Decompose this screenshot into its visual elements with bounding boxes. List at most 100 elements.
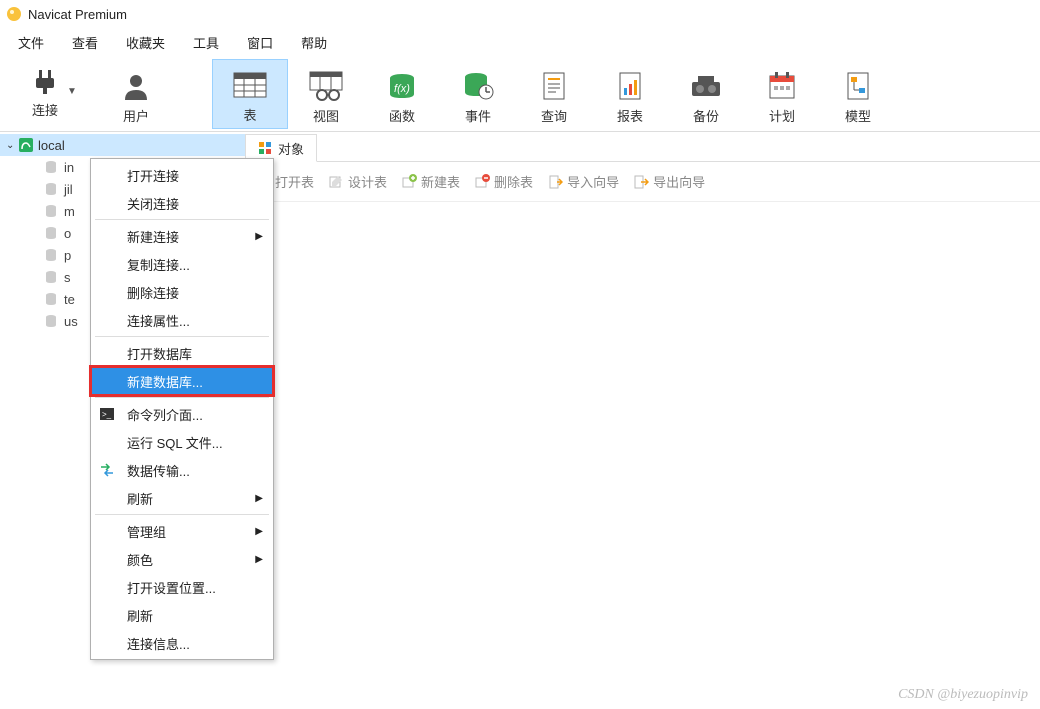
cm-new-database[interactable]: 新建数据库... [91, 367, 273, 395]
tool-report[interactable]: 报表 [592, 59, 668, 129]
svg-text:f(x): f(x) [394, 83, 410, 95]
new-table-icon [401, 174, 417, 190]
menu-view[interactable]: 查看 [58, 29, 112, 56]
menu-file[interactable]: 文件 [4, 29, 58, 56]
database-icon [44, 204, 58, 218]
menu-window[interactable]: 窗口 [233, 29, 287, 56]
cm-run-sql-file[interactable]: 运行 SQL 文件... [91, 428, 273, 456]
query-icon [538, 70, 570, 102]
cm-separator [95, 514, 269, 515]
toolbar: 连接 ▼ 用户 表 视图 f(x) 函数 事件 查询 报表 备份 计划 模型 [0, 56, 1040, 132]
user-icon [120, 70, 152, 102]
cm-data-transfer[interactable]: 数据传输... [91, 456, 273, 484]
watermark: CSDN @biyezuopinvip [898, 687, 1028, 703]
cm-manage-group[interactable]: 管理组▶ [91, 517, 273, 545]
tool-schedule-label: 计划 [769, 106, 795, 125]
tool-model[interactable]: 模型 [820, 59, 896, 129]
cm-connection-info[interactable]: 连接信息... [91, 629, 273, 657]
cm-connection-properties[interactable]: 连接属性... [91, 306, 273, 334]
database-icon [44, 270, 58, 284]
cm-open-settings-location[interactable]: 打开设置位置... [91, 573, 273, 601]
export-icon [633, 174, 649, 190]
cm-copy-connection[interactable]: 复制连接... [91, 250, 273, 278]
action-new-table[interactable]: 新建表 [401, 172, 460, 191]
backup-icon [688, 70, 724, 102]
table-icon [232, 69, 268, 101]
cm-close-connection[interactable]: 关闭连接 [91, 189, 273, 217]
cm-open-database[interactable]: 打开数据库 [91, 339, 273, 367]
tree-root-connection[interactable]: ⌄ local [0, 134, 245, 156]
objects-tab-icon [258, 141, 272, 155]
database-icon [44, 182, 58, 196]
dropdown-arrow-icon: ▼ [67, 86, 77, 97]
tool-report-label: 报表 [617, 106, 643, 125]
tool-view[interactable]: 视图 [288, 59, 364, 129]
cm-open-connection[interactable]: 打开连接 [91, 161, 273, 189]
cm-delete-connection[interactable]: 删除连接 [91, 278, 273, 306]
tool-schedule[interactable]: 计划 [744, 59, 820, 129]
design-table-icon [328, 174, 344, 190]
cm-refresh[interactable]: 刷新 [91, 601, 273, 629]
menu-favorites[interactable]: 收藏夹 [112, 29, 179, 56]
context-menu: 打开连接 关闭连接 新建连接▶ 复制连接... 删除连接 连接属性... 打开数… [90, 158, 274, 660]
cm-color[interactable]: 颜色▶ [91, 545, 273, 573]
action-delete-table[interactable]: 删除表 [474, 172, 533, 191]
database-icon [44, 314, 58, 328]
tool-connection-label: 连接 [32, 100, 58, 119]
main-area: 对象 打开表 设计表 新建表 删除表 导入向导 导出向导 [245, 132, 1040, 709]
model-icon [842, 70, 874, 102]
function-icon: f(x) [386, 70, 418, 102]
cm-separator [95, 219, 269, 220]
app-title: Navicat Premium [28, 7, 127, 22]
tool-user[interactable]: 用户 [98, 59, 174, 129]
collapse-arrow-icon[interactable]: ⌄ [6, 140, 18, 151]
tool-event-label: 事件 [465, 106, 491, 125]
action-row: 打开表 设计表 新建表 删除表 导入向导 导出向导 [245, 162, 1040, 202]
tool-event[interactable]: 事件 [440, 59, 516, 129]
event-icon [462, 70, 494, 102]
submenu-arrow-icon: ▶ [255, 231, 263, 242]
tool-table-label: 表 [243, 105, 256, 124]
menu-tools[interactable]: 工具 [179, 29, 233, 56]
menubar: 文件 查看 收藏夹 工具 窗口 帮助 [0, 28, 1040, 56]
transfer-icon [99, 462, 115, 478]
tool-function[interactable]: f(x) 函数 [364, 59, 440, 129]
cm-refresh-submenu[interactable]: 刷新▶ [91, 484, 273, 512]
mysql-connection-icon [18, 137, 34, 153]
titlebar: Navicat Premium [0, 0, 1040, 28]
tool-connection[interactable]: 连接 ▼ [8, 59, 98, 129]
report-icon [614, 70, 646, 102]
database-icon [44, 292, 58, 306]
import-icon [547, 174, 563, 190]
action-export[interactable]: 导出向导 [633, 172, 705, 191]
menu-help[interactable]: 帮助 [287, 29, 341, 56]
tool-user-label: 用户 [123, 106, 149, 125]
action-import[interactable]: 导入向导 [547, 172, 619, 191]
svg-text:>_: >_ [102, 410, 112, 419]
database-icon [44, 226, 58, 240]
tool-query-label: 查询 [541, 106, 567, 125]
view-icon [308, 70, 344, 102]
action-design-table[interactable]: 设计表 [328, 172, 387, 191]
cm-new-connection[interactable]: 新建连接▶ [91, 222, 273, 250]
tool-model-label: 模型 [845, 106, 871, 125]
tree-root-label: local [38, 138, 65, 153]
tool-view-label: 视图 [313, 106, 339, 125]
tab-row: 对象 [245, 132, 1040, 162]
tool-backup[interactable]: 备份 [668, 59, 744, 129]
schedule-icon [766, 70, 798, 102]
tool-function-label: 函数 [389, 106, 415, 125]
tab-objects-label: 对象 [278, 139, 304, 158]
tool-query[interactable]: 查询 [516, 59, 592, 129]
cm-separator [95, 397, 269, 398]
submenu-arrow-icon: ▶ [255, 493, 263, 504]
submenu-arrow-icon: ▶ [255, 526, 263, 537]
tool-table[interactable]: 表 [212, 59, 288, 129]
cm-command-line[interactable]: >_命令列介面... [91, 400, 273, 428]
delete-table-icon [474, 174, 490, 190]
database-icon [44, 248, 58, 262]
database-icon [44, 160, 58, 174]
submenu-arrow-icon: ▶ [255, 554, 263, 565]
tool-backup-label: 备份 [693, 106, 719, 125]
cm-separator [95, 336, 269, 337]
